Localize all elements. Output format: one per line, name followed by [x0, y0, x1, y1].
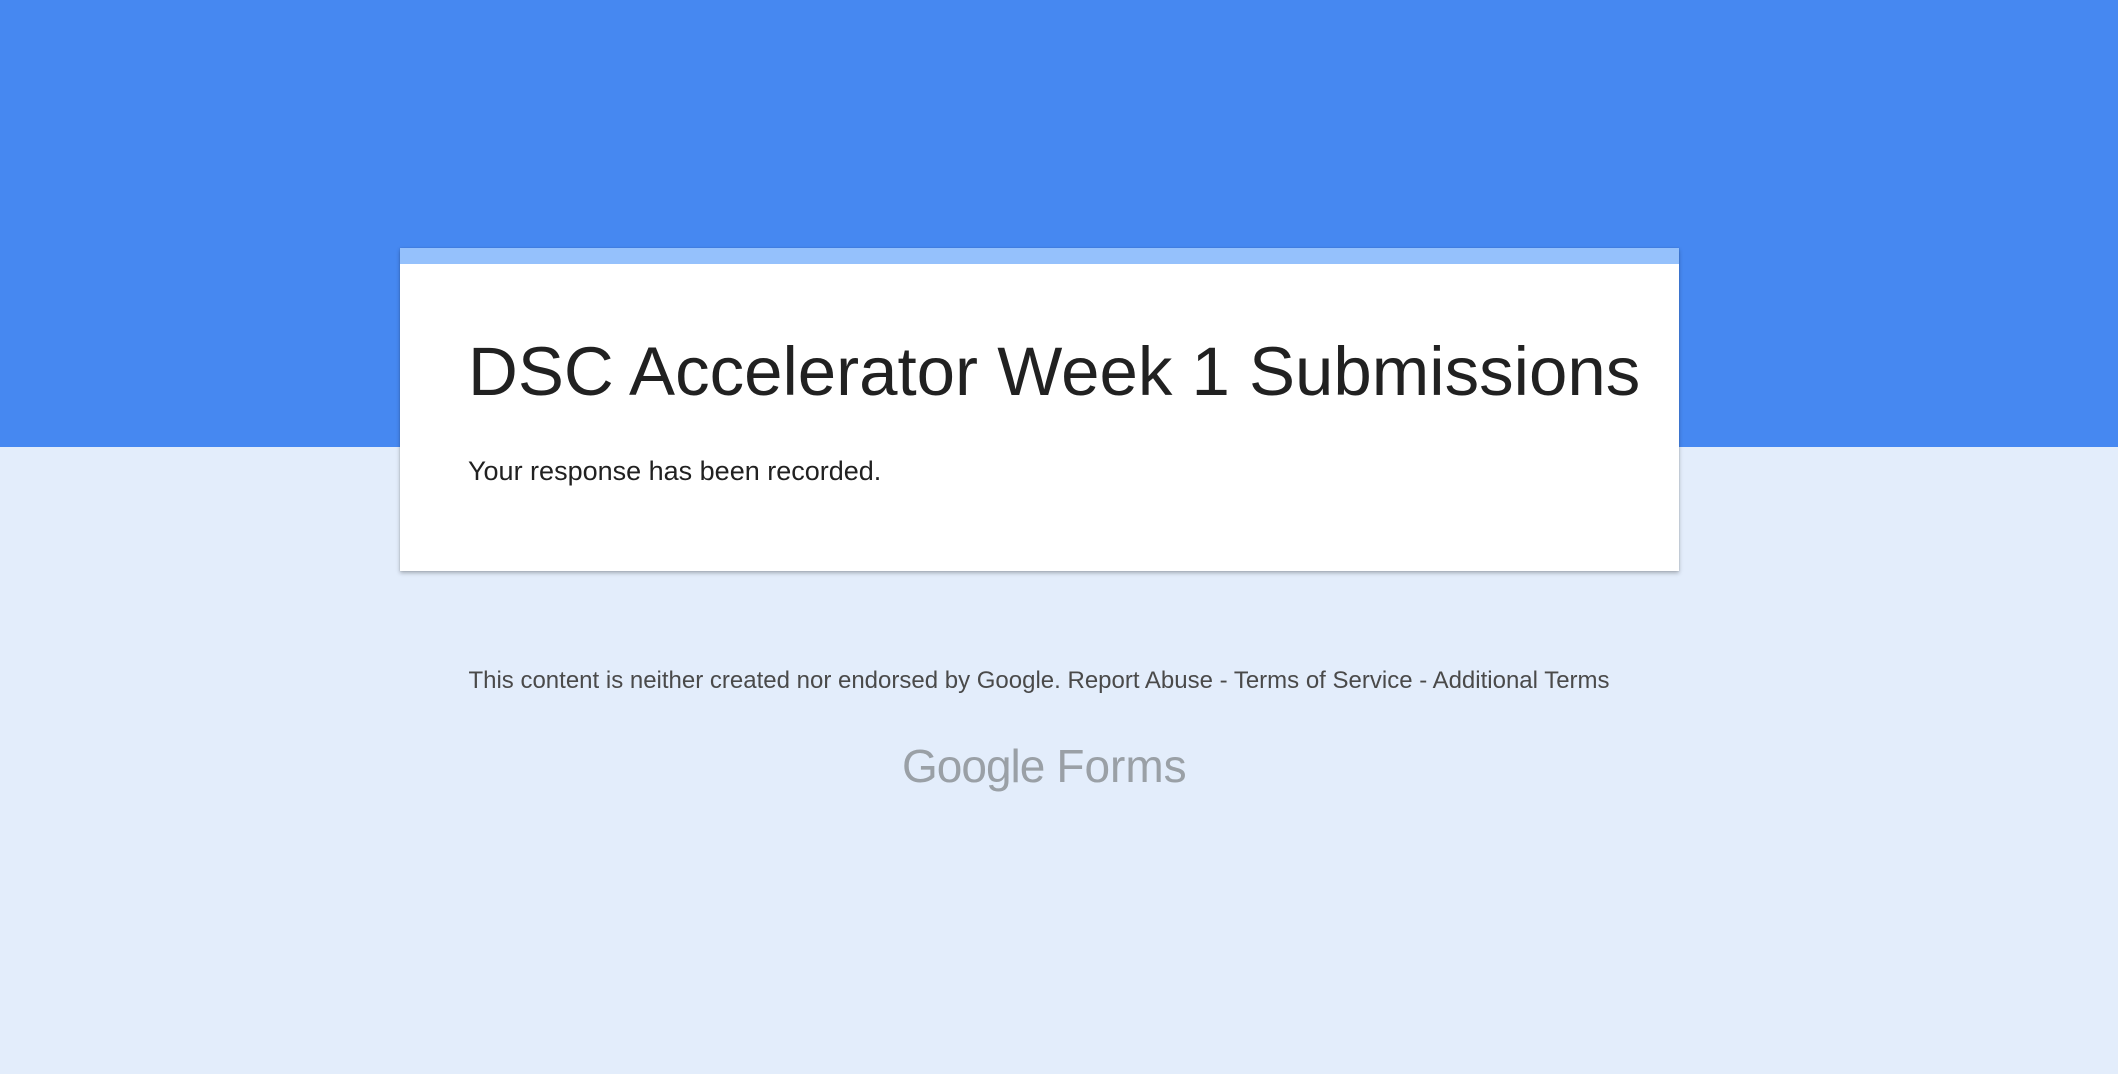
- confirmation-message: Your response has been recorded.: [468, 456, 882, 486]
- report-abuse-link[interactable]: Report Abuse: [1067, 667, 1212, 694]
- additional-terms-link[interactable]: Additional Terms: [1433, 667, 1610, 694]
- logo-brand-text: Google: [902, 740, 1045, 792]
- google-forms-logo[interactable]: Google Forms: [902, 736, 1187, 796]
- footer-disclaimer-line: This content is neither created nor endo…: [0, 664, 2078, 698]
- footer-disclaimer: This content is neither created nor endo…: [468, 667, 1061, 694]
- card-accent-bar: [400, 248, 1679, 264]
- form-card: DSC Accelerator Week 1 Submissions Your …: [400, 248, 1679, 571]
- terms-of-service-link[interactable]: Terms of Service: [1234, 667, 1413, 694]
- form-title: DSC Accelerator Week 1 Submissions: [468, 333, 1641, 410]
- footer-separator: -: [1219, 667, 1228, 694]
- footer-separator: -: [1419, 667, 1428, 694]
- logo-product-text: Forms: [1056, 740, 1187, 792]
